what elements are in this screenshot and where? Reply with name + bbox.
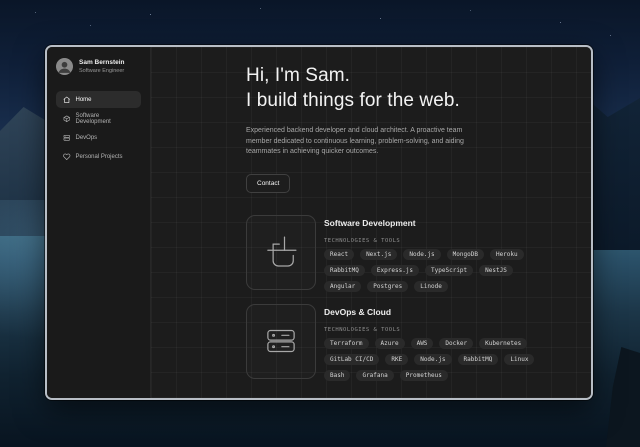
hero-section: Hi, I'm Sam. I build things for the web.… — [246, 63, 591, 193]
sidebar-item-label: Software Development — [76, 113, 135, 125]
tech-tag: RKE — [385, 354, 408, 365]
tech-tag: RabbitMQ — [324, 265, 365, 276]
tech-tag: Azure — [375, 338, 405, 349]
tech-tag: GitLab CI/CD — [324, 354, 379, 365]
tech-tag: AWS — [411, 338, 434, 349]
cube-icon — [63, 115, 71, 123]
sidebar-item-label: Home — [76, 97, 92, 103]
tech-tag: Express.js — [371, 265, 419, 276]
tech-tag: Terraform — [324, 338, 369, 349]
card-icon-tile — [246, 215, 316, 290]
server-stack-icon — [260, 320, 302, 362]
tech-tag: Next.js — [360, 249, 397, 260]
tech-tag: Node.js — [414, 354, 451, 365]
sidebar-item-label: Personal Projects — [76, 154, 123, 160]
tech-tag: NestJS — [479, 265, 513, 276]
sidebar-item-label: DevOps — [76, 135, 98, 141]
tech-tag: MongoDB — [447, 249, 484, 260]
hero-heading: Hi, I'm Sam. I build things for the web. — [246, 63, 591, 113]
tag-list: React Next.js Node.js MongoDB Heroku RabbitMQ… — [324, 249, 538, 292]
profile-role: Software Engineer — [79, 68, 125, 75]
card-title: DevOps & Cloud — [324, 307, 538, 317]
profile: Sam Bernstein Software Engineer — [56, 58, 141, 75]
tech-tag: Grafana — [356, 370, 393, 381]
tech-tag: Kubernetes — [479, 338, 527, 349]
tech-tag: Prometheus — [400, 370, 448, 381]
tech-tag: Linode — [414, 281, 448, 292]
card-icon-tile — [246, 304, 316, 379]
server-icon — [63, 134, 71, 142]
tech-tag: Angular — [324, 281, 361, 292]
card-title: Software Development — [324, 218, 538, 228]
hero-description: Experienced backend developer and cloud … — [246, 126, 474, 158]
rock-cliff — [606, 347, 640, 447]
sidebar-item-devops[interactable]: DevOps — [56, 129, 141, 146]
app-window: Sam Bernstein Software Engineer Home Sof… — [45, 45, 593, 400]
avatar — [56, 58, 73, 75]
contact-button[interactable]: Contact — [246, 174, 290, 193]
tech-tag: Docker — [439, 338, 473, 349]
tech-tag: TypeScript — [425, 265, 473, 276]
card-section-label: TECHNOLOGIES & TOOLS — [324, 327, 538, 333]
card-devops-cloud: DevOps & Cloud TECHNOLOGIES & TOOLS Terr… — [246, 304, 591, 381]
skill-cards: Software Development TECHNOLOGIES & TOOL… — [246, 215, 591, 381]
tag-list: Terraform Azure AWS Docker Kubernetes GitLab … — [324, 338, 538, 381]
card-section-label: TECHNOLOGIES & TOOLS — [324, 238, 538, 244]
tech-tag: React — [324, 249, 354, 260]
profile-name: Sam Bernstein — [79, 59, 125, 67]
heart-icon — [63, 153, 71, 161]
sidebar-item-home[interactable]: Home — [56, 91, 141, 108]
main-content: Hi, I'm Sam. I build things for the web.… — [151, 47, 591, 398]
home-icon — [63, 96, 71, 104]
sidebar-nav: Home Software Development DevOps Persona… — [56, 91, 141, 165]
tech-tag: Postgres — [367, 281, 408, 292]
tech-tag: RabbitMQ — [458, 354, 499, 365]
card-software-development: Software Development TECHNOLOGIES & TOOL… — [246, 215, 591, 292]
tech-tag: Node.js — [403, 249, 440, 260]
sidebar-item-software-development[interactable]: Software Development — [56, 110, 141, 127]
blocks-icon — [260, 231, 302, 273]
tech-tag: Heroku — [490, 249, 524, 260]
sidebar-item-personal-projects[interactable]: Personal Projects — [56, 148, 141, 165]
tech-tag: Linux — [504, 354, 534, 365]
tech-tag: Bash — [324, 370, 350, 381]
stars — [0, 0, 1, 1]
sidebar: Sam Bernstein Software Engineer Home Sof… — [47, 47, 151, 398]
